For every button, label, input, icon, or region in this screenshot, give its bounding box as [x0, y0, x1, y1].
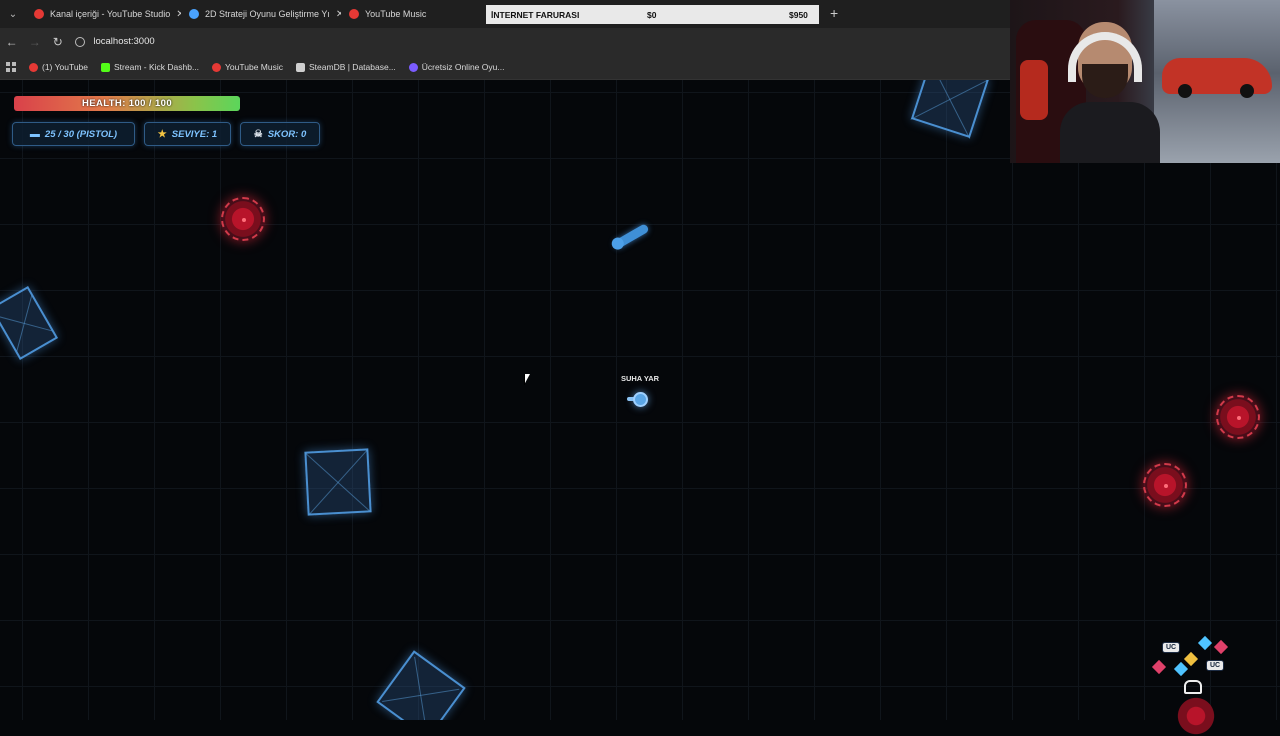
webcam-overlay — [1010, 0, 1280, 163]
level-pill: ★ SEVIYE: 1 — [144, 122, 231, 146]
youtube-icon — [29, 62, 38, 72]
weapon-pickup[interactable] — [612, 223, 650, 250]
donation-current: $0 — [647, 9, 657, 20]
tab-label: 2D Strateji Oyunu Geliştirme Yı — [205, 9, 330, 19]
bookmark-steamdb[interactable]: SteamDB | Database... — [296, 62, 396, 72]
bookmark-online-games[interactable]: Ücretsiz Online Oyu... — [408, 62, 505, 72]
youtube-studio-icon — [34, 9, 44, 19]
gem-icon — [1173, 661, 1189, 677]
site-info-icon[interactable] — [75, 36, 86, 47]
heart-icon — [1213, 639, 1229, 655]
ammo-text: 25 / 30 (PISTOL) — [44, 128, 118, 140]
address-bar[interactable]: localhost:3000 — [75, 32, 1010, 51]
level-text: SEVIYE: 1 — [171, 128, 218, 140]
bookmark-label: Stream - Kick Dashb... — [114, 62, 200, 72]
ammo-pill: ▬ 25 / 30 (PISTOL) — [12, 122, 135, 146]
bookmark-youtube-music[interactable]: YouTube Music — [212, 62, 283, 72]
enemy-mine — [1143, 463, 1187, 507]
crate — [376, 650, 466, 720]
bookmark-kick[interactable]: Stream - Kick Dashb... — [101, 62, 199, 72]
score-pill: ☠ SKOR: 0 — [240, 122, 320, 146]
youtube-music-icon — [349, 9, 359, 19]
tab-youtube-studio[interactable]: Kanal içeriği - YouTube Studio ✕ — [26, 0, 181, 28]
bookmark-youtube[interactable]: (1) YouTube — [29, 62, 88, 72]
game-canvas[interactable]: HEALTH: 100 / 100 ▬ 25 / 30 (PISTOL) ★ S… — [0, 80, 1280, 720]
player-body — [633, 392, 648, 407]
reload-icon[interactable]: ↻ — [46, 35, 69, 49]
forward-arrow-icon[interactable]: → — [23, 35, 46, 49]
url-text[interactable]: localhost:3000 — [93, 36, 154, 47]
apps-grid-icon[interactable] — [6, 62, 16, 72]
donation-goal: $950 — [789, 9, 808, 20]
youtube-music-icon — [212, 62, 222, 72]
enemy-mine — [1216, 395, 1260, 439]
crate — [910, 80, 990, 139]
tab-label: Kanal içeriği - YouTube Studio — [50, 9, 171, 19]
skull-icon: ☠ — [253, 128, 263, 140]
crate — [0, 286, 59, 360]
uc-badge: UC — [1162, 642, 1181, 653]
back-arrow-icon[interactable]: ← — [0, 35, 23, 49]
gaming-chair-accent — [1020, 60, 1048, 120]
tab-label: YouTube Music — [365, 9, 427, 19]
gemini-icon — [189, 9, 199, 19]
star-icon: ★ — [157, 128, 167, 140]
gem-icon — [1197, 635, 1213, 651]
donation-label: İNTERNET FARURASI — [491, 9, 580, 20]
ammo-icon: ▬ — [29, 128, 40, 140]
bookmark-label: SteamDB | Database... — [309, 62, 396, 72]
mouse-cursor-icon — [524, 374, 530, 385]
score-text: SKOR: 0 — [267, 128, 307, 140]
logo-mine — [1174, 696, 1218, 736]
tab-search-chevron-icon[interactable]: ⌄ — [0, 0, 26, 28]
bookmark-label: (1) YouTube — [42, 62, 88, 72]
crate — [304, 448, 372, 516]
player-character — [627, 391, 649, 409]
kick-icon — [101, 62, 110, 72]
bookmarks-bar: (1) YouTube Stream - Kick Dashb... YouTu… — [0, 55, 1010, 80]
games-icon — [408, 62, 418, 72]
new-tab-button[interactable]: + — [830, 5, 838, 21]
health-text: HEALTH: 100 / 100 — [81, 98, 173, 109]
player-name: SUHA YAR — [620, 374, 660, 383]
helmet-icon — [1184, 680, 1202, 694]
coin-icon — [1183, 651, 1199, 667]
steamdb-icon — [296, 62, 305, 72]
health-bar: HEALTH: 100 / 100 — [14, 96, 240, 111]
streamer — [1060, 10, 1160, 163]
donation-bar: İNTERNET FARURASI $0 $950 — [486, 5, 819, 24]
bookmark-label: YouTube Music — [225, 62, 283, 72]
uc-badge: UC — [1206, 660, 1225, 671]
poster-car — [1162, 58, 1272, 98]
heart-icon — [1151, 659, 1167, 675]
enemy-mine — [221, 197, 265, 241]
streamer-shirt — [1060, 102, 1160, 163]
bookmark-label: Ücretsiz Online Oyu... — [421, 62, 505, 72]
tab-youtube-music[interactable]: YouTube Music — [341, 0, 481, 28]
toolbar: ← → ↻ localhost:3000 — [0, 28, 1010, 55]
tab-strategy-game[interactable]: 2D Strateji Oyunu Geliştirme Yı ✕ — [181, 0, 341, 28]
